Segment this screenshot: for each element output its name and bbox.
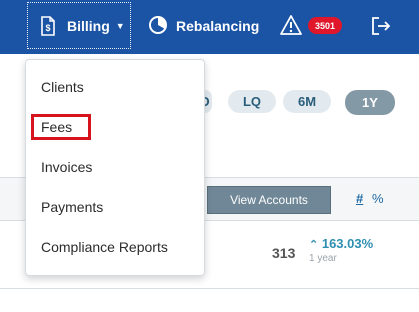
arrow-up-icon: ⌃ bbox=[309, 239, 319, 251]
chevron-down-icon: ▼ bbox=[115, 20, 125, 31]
period-chip-6m[interactable]: 6M bbox=[283, 90, 331, 113]
rebalancing-menu-button[interactable]: Rebalancing bbox=[148, 14, 259, 38]
warning-icon[interactable] bbox=[280, 14, 302, 36]
billing-menu-button[interactable]: $ Billing ▼ bbox=[27, 2, 131, 49]
sort-by-count-link[interactable]: # bbox=[356, 191, 363, 206]
rebalancing-label: Rebalancing bbox=[176, 18, 260, 34]
rebalancing-icon bbox=[148, 15, 168, 38]
menu-item-clients[interactable]: Clients bbox=[41, 79, 84, 95]
menu-item-invoices[interactable]: Invoices bbox=[41, 159, 92, 175]
view-accounts-button[interactable]: View Accounts bbox=[207, 186, 331, 214]
menu-item-payments[interactable]: Payments bbox=[41, 199, 103, 215]
billing-dropdown-menu: Clients Fees Invoices Payments Complianc… bbox=[25, 59, 205, 276]
menu-item-fees[interactable]: Fees bbox=[41, 119, 72, 135]
change-period: 1 year bbox=[309, 253, 337, 264]
svg-text:$: $ bbox=[45, 23, 50, 33]
period-chip-lq[interactable]: LQ bbox=[228, 90, 276, 113]
account-count: 313 bbox=[272, 245, 296, 261]
divider bbox=[0, 288, 419, 289]
menu-item-compliance-reports[interactable]: Compliance Reports bbox=[41, 239, 168, 255]
alert-count-badge[interactable]: 3501 bbox=[308, 17, 342, 34]
billing-label: Billing bbox=[67, 17, 110, 34]
sort-by-percent-link[interactable]: % bbox=[372, 191, 384, 206]
change-percent: ⌃ 163.03% bbox=[309, 236, 373, 251]
billing-doc-icon: $ bbox=[40, 15, 58, 37]
period-chip-1y[interactable]: 1Y bbox=[345, 90, 395, 115]
logout-icon[interactable] bbox=[370, 16, 392, 36]
change-value: 163.03% bbox=[321, 236, 374, 251]
top-nav-bar: $ Billing ▼ Rebalancing 3501 bbox=[0, 0, 419, 54]
